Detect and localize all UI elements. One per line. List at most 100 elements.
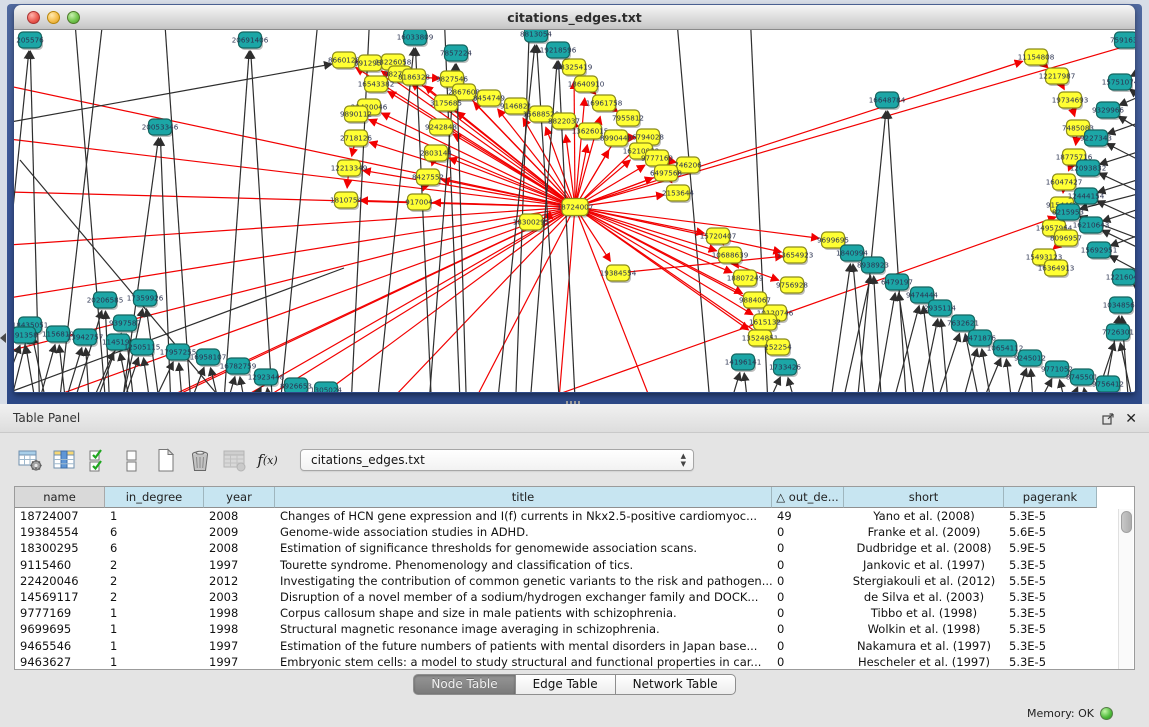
graph-node-yellow[interactable]: 9242848 bbox=[425, 119, 457, 137]
scrollbar-thumb[interactable] bbox=[1121, 511, 1132, 533]
table-row[interactable]: 1456911722003Disruption of a novel membe… bbox=[15, 589, 1134, 605]
graph-node-yellow[interactable]: 19734693 bbox=[1052, 92, 1089, 110]
graph-node-teal[interactable]: 8926653 bbox=[280, 378, 312, 392]
tab-edge-table[interactable]: Edge Table bbox=[516, 674, 616, 695]
delete-table-icon[interactable] bbox=[186, 447, 213, 474]
graph-node-yellow[interactable]: 2153644 bbox=[662, 185, 694, 203]
table-row[interactable]: 1830029562008Estimation of significance … bbox=[15, 540, 1134, 556]
graph-node-yellow[interactable]: 8096957 bbox=[1050, 230, 1082, 248]
table-row[interactable]: 1872400712008Changes of HCN gene express… bbox=[15, 508, 1134, 524]
table-vertical-scrollbar[interactable] bbox=[1118, 509, 1133, 669]
network-window-titlebar[interactable]: citations_edges.txt bbox=[14, 5, 1135, 30]
graph-node-teal[interactable]: 13942757 bbox=[67, 329, 104, 347]
column-header-name[interactable]: name bbox=[15, 487, 105, 508]
insert-column-icon[interactable] bbox=[50, 447, 77, 474]
table-row[interactable]: 1938455462009Genome-wide association stu… bbox=[15, 524, 1134, 540]
network-window[interactable]: citations_edges.txt 18724007866012889129… bbox=[14, 5, 1135, 393]
close-panel-icon[interactable]: ✕ bbox=[1125, 412, 1137, 426]
table-row[interactable]: 977716911998Corpus callosum shape and si… bbox=[15, 605, 1134, 621]
table-row[interactable]: 946554611997Estimation of the future num… bbox=[15, 638, 1134, 654]
tab-node-table[interactable]: Node Table bbox=[413, 674, 515, 695]
select-all-icon[interactable] bbox=[84, 447, 111, 474]
status-bar: Memory: OK bbox=[0, 700, 1149, 727]
graph-node-yellow[interactable]: 18640910 bbox=[568, 76, 605, 94]
graph-node-yellow[interactable]: 9890112 bbox=[340, 106, 372, 124]
svg-text:9397587: 9397587 bbox=[109, 319, 141, 328]
graph-node-yellow[interactable]: 19384554 bbox=[600, 265, 637, 283]
graph-node-yellow[interactable]: 6497568 bbox=[650, 165, 682, 183]
graph-node-teal[interactable]: 9756412 bbox=[1092, 376, 1124, 392]
graph-node-yellow[interactable]: 13654923 bbox=[777, 247, 814, 265]
network-graph[interactable]: 1872400786601288912955182260589827508165… bbox=[14, 30, 1135, 392]
table-row[interactable]: 946362711997Embryonic stem cells: a mode… bbox=[15, 654, 1134, 670]
table-settings-icon[interactable] bbox=[16, 447, 43, 474]
graph-node-yellow[interactable]: 15720407 bbox=[700, 228, 737, 246]
network-canvas[interactable]: 1872400786601288912955182260589827508165… bbox=[14, 30, 1135, 392]
graph-node-teal[interactable]: 6479197 bbox=[881, 274, 913, 292]
column-header-pagerank[interactable]: pagerank bbox=[1004, 487, 1097, 508]
table-row[interactable]: 911546021997Tourette syndrome. Phenomeno… bbox=[15, 557, 1134, 573]
column-header-in_degree[interactable]: in_degree bbox=[105, 487, 204, 508]
graph-node-teal[interactable]: 1733426 bbox=[769, 359, 801, 377]
graph-node-yellow[interactable]: 16364913 bbox=[1038, 260, 1075, 278]
attribute-table[interactable]: namein_degreeyeartitle△ out_de...shortpa… bbox=[14, 486, 1135, 670]
graph-node-yellow[interactable]: 9756928 bbox=[776, 277, 808, 295]
collapse-panel-arrow-icon[interactable] bbox=[0, 333, 6, 343]
graph-node-teal[interactable]: 7591631 bbox=[1110, 32, 1135, 50]
graph-node-teal[interactable]: 2935114 bbox=[924, 300, 956, 318]
graph-node-yellow[interactable]: 18807249 bbox=[727, 270, 764, 288]
table-row[interactable]: 2242004622012Investigating the contribut… bbox=[15, 573, 1134, 589]
graph-node-yellow[interactable]: 3175685 bbox=[430, 95, 462, 113]
graph-node-teal[interactable]: 20053346 bbox=[142, 119, 179, 137]
column-header-year[interactable]: year bbox=[204, 487, 275, 508]
graph-node-teal[interactable]: 7726301 bbox=[1102, 324, 1134, 342]
import-table-icon[interactable] bbox=[220, 447, 247, 474]
graph-node-yellow[interactable]: 11154808 bbox=[1018, 49, 1055, 67]
graph-node-yellow[interactable]: 1810754 bbox=[330, 192, 362, 210]
graph-node-teal[interactable]: 14196141 bbox=[725, 354, 762, 372]
graph-node-teal[interactable]: 391358 bbox=[14, 327, 38, 345]
table-row[interactable]: 969969511998Structural magnetic resonanc… bbox=[15, 621, 1134, 637]
graph-node-yellow[interactable]: 8990448 bbox=[600, 130, 632, 148]
graph-node-teal[interactable]: 9397587 bbox=[109, 315, 141, 333]
graph-node-yellow[interactable]: 1615132 bbox=[749, 314, 781, 332]
tab-network-table[interactable]: Network Table bbox=[616, 674, 736, 695]
graph-node-teal[interactable]: 8938923 bbox=[857, 257, 889, 275]
clear-selection-icon[interactable] bbox=[118, 447, 145, 474]
graph-node-teal[interactable]: 7857224 bbox=[440, 45, 472, 63]
function-builder-icon[interactable]: f(x) bbox=[254, 447, 281, 474]
graph-node-yellow[interactable]: 7955812 bbox=[612, 110, 644, 128]
graph-node-yellow[interactable]: 917004 bbox=[405, 194, 433, 212]
svg-text:8186328: 8186328 bbox=[398, 73, 430, 82]
graph-node-teal[interactable]: 12216041 bbox=[1106, 269, 1135, 287]
graph-node-teal[interactable]: 15751074 bbox=[1102, 74, 1135, 92]
graph-node-teal[interactable]: 12093832 bbox=[1070, 160, 1107, 178]
graph-node-teal[interactable]: 205576 bbox=[16, 32, 44, 50]
graph-node-teal[interactable]: 16648784 bbox=[869, 92, 906, 110]
graph-node-teal[interactable]: 8215953 bbox=[1052, 204, 1084, 222]
column-header-title[interactable]: title bbox=[275, 487, 772, 508]
new-table-icon[interactable] bbox=[152, 447, 179, 474]
graph-node-teal[interactable]: 10348561 bbox=[1103, 297, 1135, 315]
column-header-short[interactable]: short bbox=[844, 487, 1004, 508]
graph-node-teal[interactable]: 16033809 bbox=[397, 30, 434, 47]
graph-node-yellow[interactable]: 252254 bbox=[764, 339, 792, 357]
graph-node-teal[interactable]: 20206585 bbox=[87, 292, 124, 310]
graph-node-teal[interactable]: 19218596 bbox=[540, 42, 577, 60]
graph-node-yellow[interactable]: 8186328 bbox=[398, 69, 430, 87]
network-table-select[interactable]: citations_edges.txt ▲▼ bbox=[300, 449, 694, 471]
graph-node-yellow[interactable]: 18325419 bbox=[556, 59, 593, 77]
graph-node-teal[interactable]: 17359926 bbox=[127, 290, 164, 308]
graph-node-teal[interactable]: 8813054 bbox=[520, 30, 552, 44]
graph-node-teal[interactable]: 9227343 bbox=[1080, 130, 1112, 148]
graph-node-yellow[interactable]: 16961758 bbox=[586, 95, 623, 113]
graph-node-teal[interactable]: 9329966 bbox=[1092, 102, 1124, 120]
float-panel-icon[interactable] bbox=[1102, 412, 1115, 425]
graph-node-yellow[interactable]: 12217987 bbox=[1039, 68, 1076, 86]
column-header-out_degree[interactable]: △ out_de... bbox=[772, 487, 844, 508]
graph-node-yellow[interactable]: 8427552 bbox=[412, 169, 444, 187]
graph-node-yellow[interactable]: 2718126 bbox=[340, 130, 372, 148]
graph-node-yellow[interactable]: 10688639 bbox=[712, 247, 749, 265]
memory-status-indicator[interactable] bbox=[1100, 707, 1113, 720]
graph-node-teal[interactable]: 20691406 bbox=[232, 32, 269, 50]
